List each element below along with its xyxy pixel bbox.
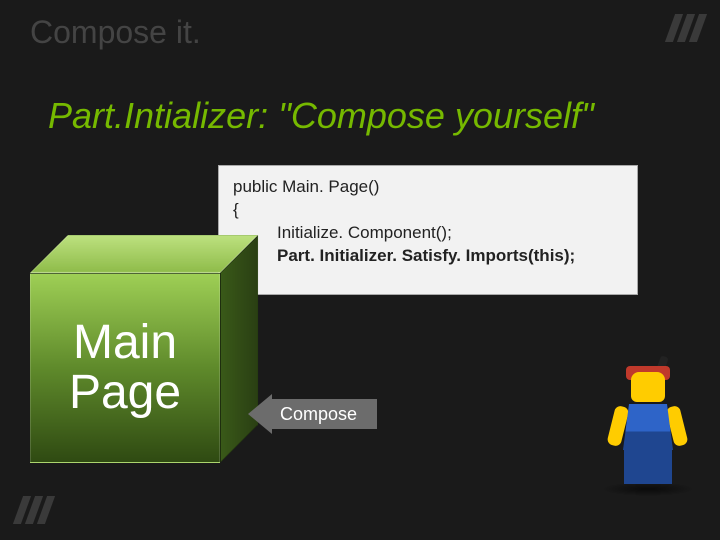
decorative-stripes-top <box>665 14 707 42</box>
main-page-cube: Main Page <box>30 235 250 455</box>
arrow-left-icon <box>248 394 272 434</box>
lego-figure-icon <box>600 366 696 496</box>
code-snippet: public Main. Page() { Initialize. Compon… <box>218 165 638 295</box>
compose-arrow: Compose <box>248 394 377 434</box>
cube-label-line1: Main <box>73 316 177 369</box>
code-line: } <box>233 268 623 291</box>
code-line: Initialize. Component(); <box>233 222 623 245</box>
cube-label-line2: Page <box>69 366 181 419</box>
code-line: { <box>233 199 623 222</box>
arrow-label: Compose <box>272 399 377 429</box>
code-line: Part. Initializer. Satisfy. Imports(this… <box>233 245 623 268</box>
cube-front-face: Main Page <box>30 273 220 463</box>
slide-title: Compose it. <box>30 14 201 51</box>
decorative-stripes-bottom <box>13 496 55 524</box>
code-line: public Main. Page() <box>233 176 623 199</box>
subheading: Part.Intializer: "Compose yourself" <box>48 95 594 137</box>
cube-label: Main Page <box>69 318 181 419</box>
